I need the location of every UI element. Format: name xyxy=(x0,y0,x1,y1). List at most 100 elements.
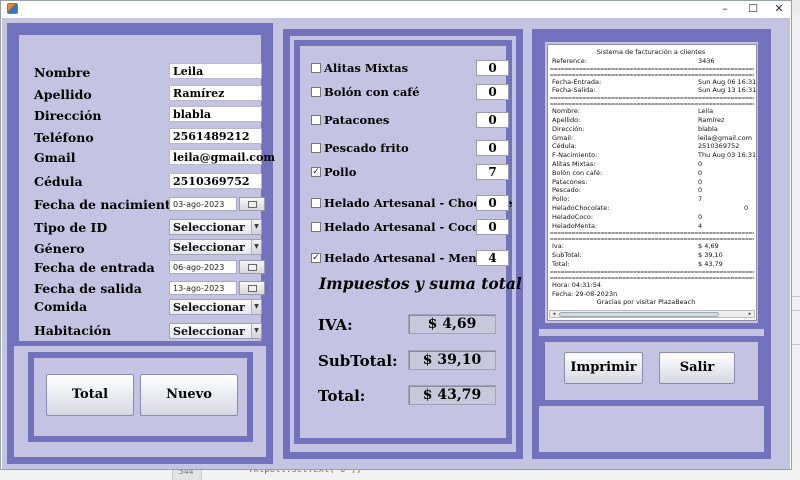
fecha-entrada-field[interactable]: 06-ago-2023 xyxy=(169,260,237,274)
gmail-label: Gmail xyxy=(34,150,76,165)
tipo-id-select[interactable]: Seleccionar ▼ xyxy=(169,219,262,235)
iva-label: IVA: xyxy=(318,316,353,334)
fecha-nacimiento-field[interactable]: 03-ago-2023 xyxy=(169,197,237,211)
receipt-line-label: Nombre: xyxy=(552,107,581,116)
receipt-line-value: 0 xyxy=(698,160,703,168)
iva-value: $ 4,69 xyxy=(408,314,496,334)
receipt-line-label: Patacones: xyxy=(552,177,588,186)
customer-actions: Total Nuevo xyxy=(28,352,253,442)
receipt-line-label: HeladoMenta: xyxy=(552,221,598,230)
menu-item-quantity[interactable]: 0 xyxy=(476,219,509,235)
menu-item-quantity[interactable]: 4 xyxy=(476,250,509,266)
fecha-nacimiento-calendar-button[interactable] xyxy=(239,197,265,211)
fecha-entrada-calendar-button[interactable] xyxy=(239,260,265,274)
menu-item-quantity[interactable]: 7 xyxy=(476,164,509,180)
menu-item-quantity[interactable]: 0 xyxy=(476,60,509,76)
menu-item-checkbox[interactable] xyxy=(311,198,321,208)
close-button[interactable]: ✕ xyxy=(765,1,793,17)
cedula-field[interactable]: 2510369752 xyxy=(169,173,262,189)
receipt-date-value: Sun Aug 06 16:31:3 xyxy=(698,77,757,86)
chevron-down-icon: ▼ xyxy=(251,324,261,338)
habitacion-select[interactable]: Seleccionar ▼ xyxy=(169,323,262,339)
menu-item-checkbox[interactable] xyxy=(311,115,321,125)
receipt-line-label: Gmail: xyxy=(552,133,574,142)
menu-item-quantity[interactable]: 0 xyxy=(476,195,509,211)
gmail-field[interactable]: leila@gmail.com xyxy=(169,149,275,165)
receipt-line-value: 0 xyxy=(698,212,703,221)
menu-item-label: Pescado frito xyxy=(324,141,409,155)
app-window: – ☐ ✕ Nombre Leila Apellido Ramírez Dire… xyxy=(0,0,792,470)
chevron-down-icon: ▼ xyxy=(251,240,261,254)
receipt-total-value: $ 43,79 xyxy=(698,260,723,268)
receipt-total-label: Iva: xyxy=(552,242,564,251)
minimize-button[interactable]: – xyxy=(711,1,739,17)
receipt-line-label: Dirección: xyxy=(552,124,585,133)
receipt-line-value: 7 xyxy=(698,195,703,204)
habitacion-value: Seleccionar xyxy=(173,325,245,338)
genero-value: Seleccionar xyxy=(173,241,245,254)
nuevo-button[interactable]: Nuevo xyxy=(140,374,238,416)
maximize-button[interactable]: ☐ xyxy=(739,1,767,17)
receipt-line-value: blabla xyxy=(698,124,718,133)
direccion-label: Dirección xyxy=(34,108,102,123)
nombre-field[interactable]: Leila xyxy=(169,63,262,79)
receipt-line-label: Alitas Mixtas: xyxy=(552,160,596,168)
subtotal-label: SubTotal: xyxy=(318,352,398,370)
imprimir-button[interactable]: Imprimir xyxy=(564,352,643,384)
order-inner: Alitas Mixtas 0 Bolón con café 0 Patacones 0 P… xyxy=(294,40,522,444)
menu-item-quantity[interactable]: 0 xyxy=(476,140,509,156)
comida-label: Comida xyxy=(34,299,88,314)
menu-item-quantity[interactable]: 0 xyxy=(476,112,509,128)
comida-value: Seleccionar xyxy=(173,301,245,314)
total-button[interactable]: Total xyxy=(46,374,134,416)
genero-select[interactable]: Seleccionar ▼ xyxy=(169,239,262,255)
receipt-total-label: Total: xyxy=(552,260,570,268)
receipt-line-value: 2510369752 xyxy=(698,142,740,151)
comida-select[interactable]: Seleccionar ▼ xyxy=(169,299,262,315)
menu-item-checkbox[interactable] xyxy=(311,143,321,153)
receipt-actions: Imprimir Salir xyxy=(539,336,764,406)
background-right-edge xyxy=(792,14,800,462)
calendar-icon xyxy=(248,285,257,292)
telefono-field[interactable]: 2561489212 xyxy=(169,128,262,144)
menu-item-checkbox[interactable]: ✓ xyxy=(311,253,321,263)
receipt-text-area[interactable]: Sistema de facturación a clientes Referen… xyxy=(547,44,757,321)
taxes-title: Impuestos y suma total xyxy=(319,274,522,293)
salir-button[interactable]: Salir xyxy=(659,352,735,384)
fecha-salida-field[interactable]: 13-ago-2023 xyxy=(169,281,237,295)
title-bar: – ☐ ✕ xyxy=(1,1,791,17)
fecha-salida-calendar-button[interactable] xyxy=(239,281,265,295)
receipt-line-label: Apellido: xyxy=(552,116,581,124)
receipt-line-label: Cédula: xyxy=(552,142,577,151)
receipt-total-label: SubTotal: xyxy=(552,251,582,260)
menu-item-quantity[interactable]: 0 xyxy=(476,84,509,100)
scroll-thumb[interactable] xyxy=(559,312,719,317)
receipt-footer: Gracias por visitar PlazaBeach xyxy=(596,298,696,307)
menu-item-label: Alitas Mixtas xyxy=(324,61,409,75)
receipt-line-value: 0 xyxy=(744,204,749,212)
cedula-label: Cédula xyxy=(34,174,83,189)
menu-item-checkbox[interactable] xyxy=(311,87,321,97)
menu-item-checkbox[interactable] xyxy=(311,222,321,232)
customer-panel: Nombre Leila Apellido Ramírez Dirección … xyxy=(7,23,275,464)
customer-form: Nombre Leila Apellido Ramírez Dirección … xyxy=(14,30,275,346)
menu-item-checkbox[interactable]: ✓ xyxy=(311,167,321,177)
tipo-id-label: Tipo de ID xyxy=(34,220,108,235)
apellido-field[interactable]: Ramírez xyxy=(169,85,262,101)
receipt-title: Sistema de facturación a clientes xyxy=(596,48,706,56)
receipt-line-label: HeladoCoco: xyxy=(552,212,594,221)
receipt-total-value: $ 39,10 xyxy=(698,251,723,260)
receipt-horizontal-scrollbar[interactable]: ◂ ▸ xyxy=(549,310,755,318)
scroll-left-icon: ◂ xyxy=(552,311,556,317)
receipt-total-value: $ 4,69 xyxy=(698,242,719,251)
subtotal-value: $ 39,10 xyxy=(408,350,496,370)
direccion-field[interactable]: blabla xyxy=(169,106,262,122)
calendar-icon xyxy=(248,201,257,208)
menu-item-checkbox[interactable] xyxy=(311,63,321,73)
client-area: Nombre Leila Apellido Ramírez Dirección … xyxy=(2,18,790,469)
chevron-down-icon: ▼ xyxy=(251,220,261,234)
receipt-reference-value: 3436 xyxy=(698,56,715,65)
fecha-nacimiento-label: Fecha de nacimiento xyxy=(34,197,180,212)
total-label: Total: xyxy=(318,387,366,405)
receipt-reference-label: Reference: xyxy=(552,56,587,65)
